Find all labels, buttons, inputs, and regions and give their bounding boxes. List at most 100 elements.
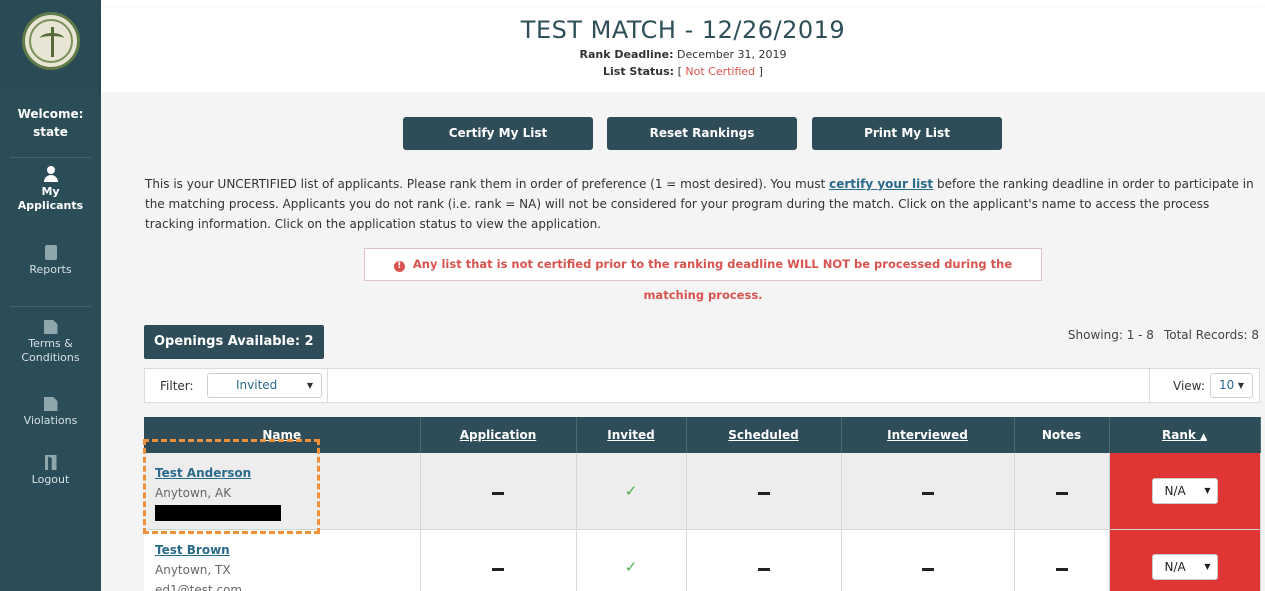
filter-select[interactable]: Invited ▼ [207, 373, 322, 398]
sidebar-item-label: Logout [31, 473, 70, 486]
dash-icon [921, 491, 934, 495]
bracket-open: [ [677, 65, 682, 78]
rank-select[interactable]: N/A ▼ [1151, 477, 1218, 504]
sidebar-item-violations[interactable]: Violations [0, 397, 101, 428]
chevron-down-icon: ▼ [1204, 485, 1211, 495]
rank-value: N/A [1164, 483, 1186, 498]
applicants-table: Name Application Invited Scheduled Inter… [144, 417, 1261, 591]
clipboard-icon [44, 245, 57, 260]
chevron-down-icon: ▼ [1204, 562, 1211, 571]
rank-deadline-value: December 31, 2019 [676, 48, 787, 61]
rank-value: N/A [1164, 560, 1186, 574]
user-icon [43, 166, 59, 182]
column-header-application[interactable]: Application [420, 417, 577, 453]
certify-list-button[interactable]: Certify My List [403, 117, 593, 150]
applicant-name-link[interactable]: Test Brown [155, 540, 420, 560]
invited-cell: ✓ [576, 529, 687, 591]
chevron-down-icon: ▼ [306, 381, 313, 390]
welcome-text: Welcome: state [0, 105, 101, 141]
interviewed-cell [841, 529, 1015, 591]
view-label: View: [1173, 379, 1205, 393]
filter-bar: Filter: Invited ▼ View: 10 ▼ [144, 368, 1260, 403]
rank-deadline: Rank Deadline: December 31, 2019 [101, 48, 1265, 61]
check-icon: ✓ [624, 481, 638, 500]
dash-icon [1055, 491, 1068, 495]
welcome-label: Welcome: [17, 107, 84, 121]
filter-value: Invited [236, 378, 278, 392]
column-header-name[interactable]: Name [144, 417, 421, 453]
applicant-email: ed1@test.com [155, 582, 243, 591]
dash-icon [492, 568, 504, 571]
interviewed-cell [841, 453, 1015, 530]
check-icon: ✓ [624, 558, 638, 576]
sidebar-item-label: Violations [23, 414, 78, 427]
applicant-name-cell: Test Anderson Anytown, AK [144, 453, 421, 530]
column-header-interviewed[interactable]: Interviewed [841, 417, 1015, 453]
rank-deadline-label: Rank Deadline: [579, 48, 674, 61]
openings-label: Openings Available: [154, 334, 301, 349]
total-records: Total Records: 8 [1163, 328, 1259, 342]
rank-cell: N/A ▼ [1109, 453, 1261, 530]
applicant-name-cell: Test Brown Anytown, TX ed1@test.com [144, 529, 421, 591]
alert-text: Any list that is not certified prior to … [412, 257, 1013, 302]
rank-header-label: Rank [1162, 428, 1196, 442]
notes-cell [1014, 453, 1110, 530]
list-status: List Status: [ Not Certified ] [101, 65, 1265, 78]
edit-icon [43, 397, 58, 411]
organization-logo[interactable] [22, 12, 80, 70]
sidebar: Welcome: state My Applicants Reports Ter… [0, 0, 101, 591]
sidebar-item-label: Conditions [21, 351, 80, 364]
certify-list-link[interactable]: certify your list [829, 177, 933, 191]
table-row: Test Anderson Anytown, AK ✓ N/A ▼ [144, 453, 1261, 530]
column-header-notes: Notes [1014, 417, 1110, 453]
print-list-button[interactable]: Print My List [812, 117, 1002, 150]
openings-badge: Openings Available: 2 [144, 325, 324, 359]
column-header-invited[interactable]: Invited [576, 417, 687, 453]
intro-text: This is your UNCERTIFIED list of applica… [145, 174, 1255, 234]
table-header-row: Name Application Invited Scheduled Inter… [144, 417, 1261, 453]
page-title: TEST MATCH - 12/26/2019 [520, 16, 846, 44]
intro-text-part: This is your UNCERTIFIED list of applica… [145, 177, 830, 191]
reset-rankings-button[interactable]: Reset Rankings [607, 117, 797, 150]
view-select[interactable]: 10 ▼ [1210, 373, 1253, 398]
dash-icon [921, 568, 934, 571]
scheduled-cell [686, 529, 842, 591]
applicant-name-link[interactable]: Test Anderson [155, 463, 420, 483]
sidebar-item-my-applicants[interactable]: My Applicants [0, 166, 101, 213]
dash-icon [757, 568, 770, 571]
sidebar-item-label: Applicants [17, 199, 84, 212]
dash-icon [492, 491, 504, 495]
sidebar-item-logout[interactable]: Logout [0, 455, 101, 487]
rank-select[interactable]: N/A ▼ [1151, 554, 1218, 580]
list-status-value: Not Certified [685, 65, 756, 78]
welcome-user: state [33, 125, 68, 139]
scheduled-cell [686, 453, 842, 530]
application-status-cell[interactable] [420, 453, 577, 530]
applicant-location: Anytown, TX [155, 562, 231, 577]
dash-icon [757, 491, 770, 495]
certification-alert: ! Any list that is not certified prior t… [364, 248, 1042, 302]
sidebar-item-label: Reports [29, 263, 72, 276]
column-header-rank[interactable]: Rank ▲ [1109, 417, 1261, 453]
exclamation-icon: ! [393, 261, 405, 272]
invited-cell: ✓ [576, 453, 687, 530]
logout-icon [44, 455, 57, 470]
rank-cell: N/A ▼ [1109, 529, 1261, 591]
sidebar-item-reports[interactable]: Reports [0, 245, 101, 277]
notes-cell [1014, 529, 1110, 591]
page-header: TEST MATCH - 12/26/2019 Rank Deadline: D… [101, 8, 1265, 92]
bracket-close: ] [758, 65, 763, 78]
column-header-scheduled[interactable]: Scheduled [686, 417, 842, 453]
filter-label: Filter: [160, 379, 194, 393]
showing-range: Showing: 1 - 8 [1067, 328, 1154, 342]
sidebar-item-terms[interactable]: Terms & Conditions [0, 320, 101, 365]
chevron-down-icon: ▼ [1237, 381, 1244, 390]
view-value: 10 [1219, 378, 1235, 392]
openings-value: 2 [304, 334, 314, 349]
redacted-email [155, 505, 281, 521]
divider [1149, 369, 1150, 402]
edit-icon [43, 320, 58, 334]
application-status-cell[interactable] [420, 529, 577, 591]
table-row: Test Brown Anytown, TX ed1@test.com ✓ N/… [144, 529, 1261, 591]
sidebar-divider [10, 306, 91, 307]
